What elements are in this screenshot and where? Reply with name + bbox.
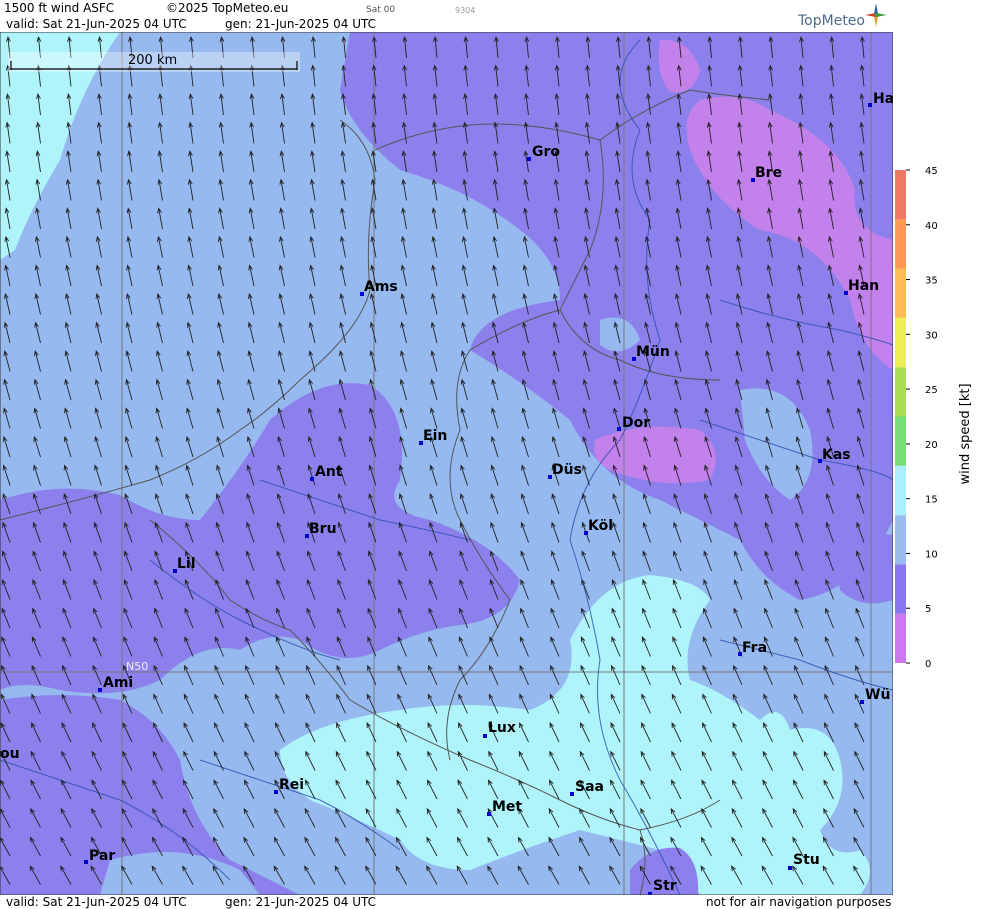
city-marker [860,700,864,704]
city-label: Han [848,278,879,294]
legend-color-band [895,367,906,417]
legend-tick-label: 35 [925,276,938,287]
legend-color-band [895,564,906,614]
wind-speed-legend: 0 5 10 15 20 25 30 35 40 45 wind speed [kt] [895,166,973,670]
legend-tick-label: 45 [925,166,938,177]
city-label: Lil [177,556,196,572]
scale-bar: 200 km [8,52,300,72]
city-label: Lux [488,720,516,736]
legend-tick-label: 0 [925,659,931,670]
wind-map: 200 km N50 Ha Gro Bre Ams Han Mün Ein Do… [0,32,893,895]
city-marker [274,790,278,794]
city-marker [84,860,88,864]
legend-tick-label: 15 [925,495,938,506]
city-marker [98,688,102,692]
city-label: Ami [103,675,133,691]
city-label: Met [492,799,522,815]
city-marker [483,734,487,738]
city-label: Ha [873,91,893,107]
scale-label: 200 km [128,53,177,68]
city-label: Köl [588,518,613,534]
footer-generated-time: gen: 21-Jun-2025 04 UTC [225,895,377,909]
latitude-label: N50 [126,660,148,673]
city-label: Bru [309,521,337,537]
city-label: Mün [636,344,670,360]
city-marker [570,792,574,796]
city-label: Dor [622,415,650,431]
city-label: Wü [865,687,890,703]
legend-color-band [895,416,906,466]
city-label: Bre [755,165,782,181]
legend-color-band [895,515,906,565]
city-label: Saa [575,779,604,795]
city-marker [527,157,531,161]
disclaimer: not for air navigation purposes [706,895,892,909]
city-label: Par [89,848,115,864]
city-label: Ein [423,428,447,444]
legend-tick-label: 20 [925,440,938,451]
compass-logo-icon [865,3,887,27]
city-label: Fra [742,640,767,656]
legend-tick-label: 30 [925,330,938,341]
legend-tick-label: 5 [925,604,931,615]
legend-color-band [895,317,906,368]
legend-color-band [895,170,906,220]
footer-bar: valid: Sat 21-Jun-2025 04 UTC gen: 21-Ju… [0,895,893,909]
city-marker [788,866,792,870]
city-marker [617,427,621,431]
brand-logo-text: TopMeteo [798,13,865,29]
city-label: Gro [532,144,560,160]
copyright: ©2025 TopMeteo.eu [166,1,289,15]
legend-color-band [895,219,906,269]
run-code: Sat 00 [366,5,396,15]
valid-time: valid: Sat 21-Jun-2025 04 UTC [6,17,187,31]
city-marker [868,103,872,107]
legend-title: wind speed [kt] [958,383,973,484]
legend-tick-label: 10 [925,549,938,560]
city-label: Ams [364,279,398,295]
legend-color-band [895,613,906,663]
header-bar: 1500 ft wind ASFC ©2025 TopMeteo.eu Sat … [0,0,893,32]
generated-time: gen: 21-Jun-2025 04 UTC [225,17,377,31]
city-label: Kas [822,447,851,463]
city-label: Düs [552,462,582,478]
footer-valid-time: valid: Sat 21-Jun-2025 04 UTC [6,895,187,909]
city-marker [310,477,314,481]
product-title: 1500 ft wind ASFC [4,1,115,15]
id-code: 9304 [455,6,476,15]
legend-tick-label: 25 [925,385,938,396]
city-label: ou [0,746,20,762]
city-marker [487,812,491,816]
city-label: Ant [315,464,343,480]
city-label: Stu [793,852,820,868]
legend-color-band [895,465,906,516]
legend-color-band [895,268,906,318]
city-label: Rei [279,777,304,793]
city-label: Str [653,878,677,894]
legend-tick-label: 40 [925,221,938,232]
